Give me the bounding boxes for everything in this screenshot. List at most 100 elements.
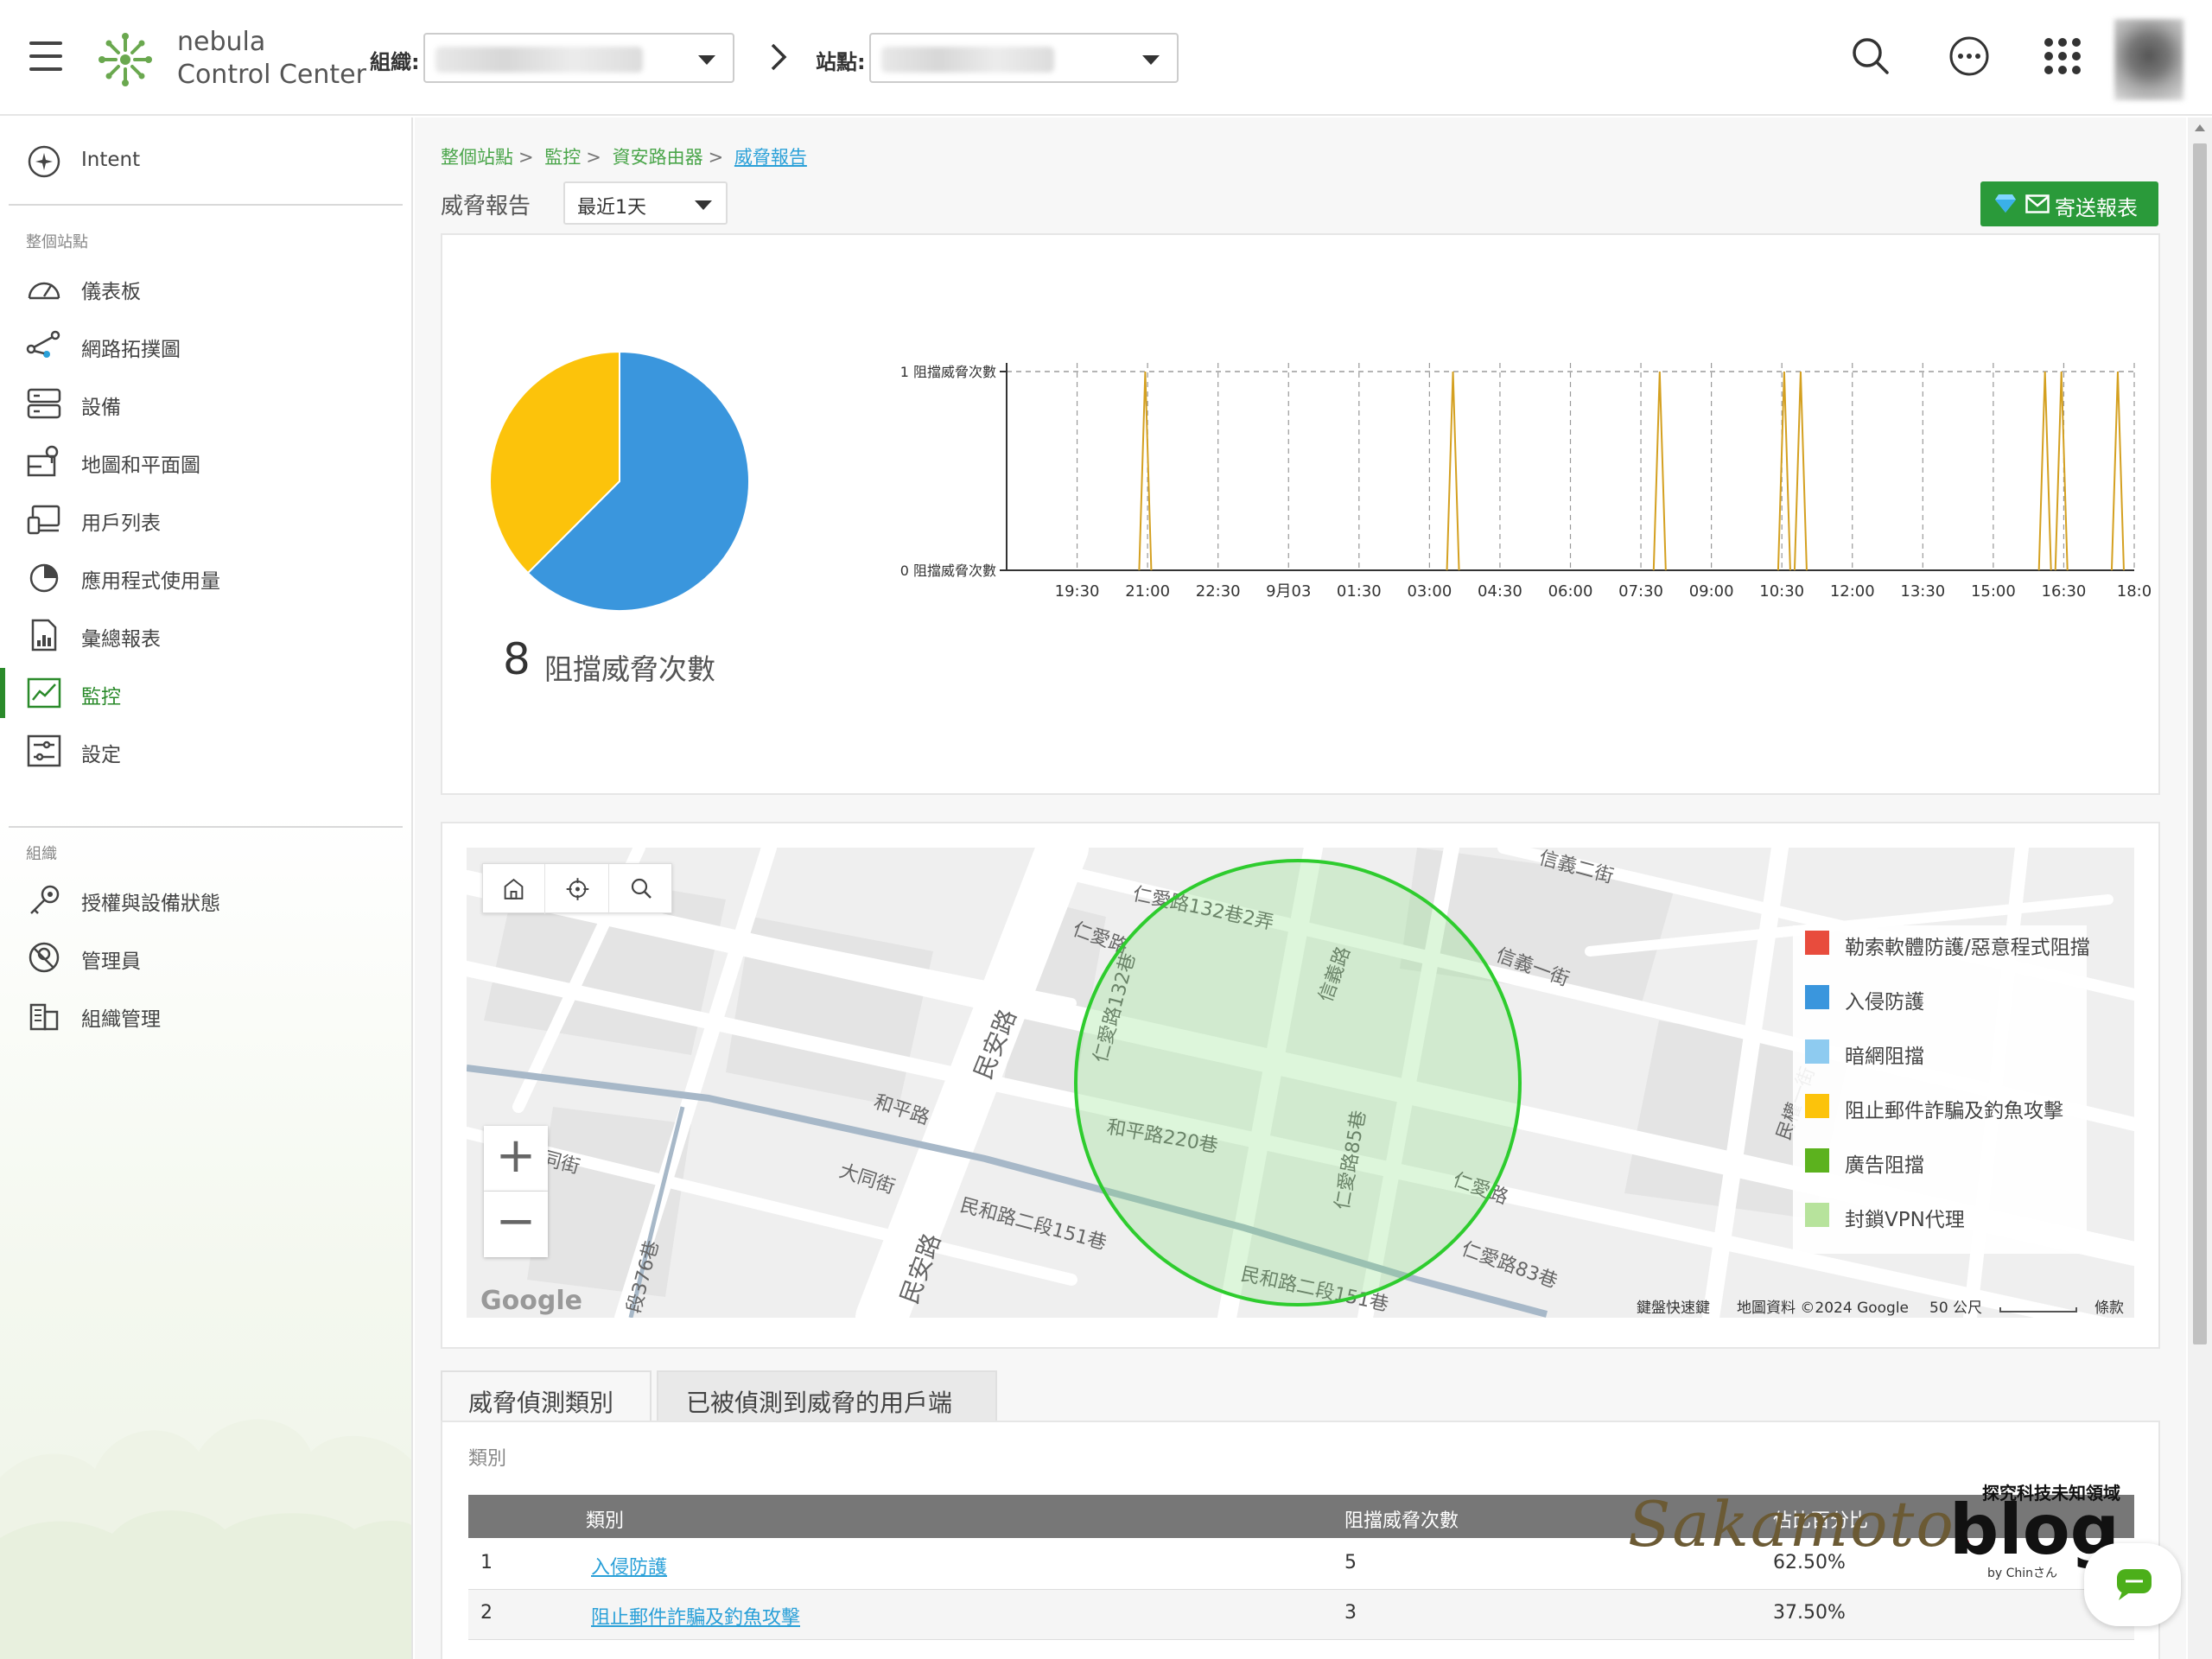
tab-affected-clients[interactable]: 已被偵測到威脅的用戶端 bbox=[657, 1370, 997, 1422]
category-link[interactable]: 入侵防護 bbox=[591, 1552, 667, 1580]
page-scrollbar[interactable] bbox=[2188, 118, 2212, 1659]
threat-spike[interactable] bbox=[1138, 371, 1153, 571]
threat-spike[interactable] bbox=[1777, 371, 1791, 571]
search-icon[interactable] bbox=[1849, 35, 1892, 78]
sidebar-item-topology[interactable]: 網路拓撲圖 bbox=[0, 321, 411, 371]
site-select[interactable] bbox=[869, 33, 1179, 83]
main-content: 整個站點 > 監控 > 資安路由器 > 威脅報告 威脅報告 最近1天 寄送報表 8 阻… bbox=[415, 118, 2186, 1659]
sidebar: Intent 整個站點 儀表板 網路拓撲圖 設備 地圖和平面圖 用戶列表 應用程… bbox=[0, 118, 413, 1659]
sidebar-item-admin[interactable]: 管理員 bbox=[0, 932, 411, 982]
y-tick-label: 1 阻擋威脅次數 bbox=[900, 364, 996, 380]
map-scale-bar bbox=[1999, 1307, 2077, 1313]
keyboard-shortcuts-link[interactable]: 鍵盤快速鍵 bbox=[1637, 1295, 1710, 1317]
x-tick-label: 06:00 bbox=[1548, 582, 1593, 601]
send-report-button[interactable]: 寄送報表 bbox=[1980, 181, 2158, 226]
top-header: nebula Control Center 組織: 站點: bbox=[0, 0, 2212, 116]
chevron-down-icon bbox=[1142, 55, 1160, 65]
total-count: 8 bbox=[503, 634, 531, 684]
row-index: 2 bbox=[480, 1602, 493, 1624]
clients-icon bbox=[27, 505, 60, 535]
sidebar-item-intent[interactable]: Intent bbox=[0, 137, 411, 187]
more-icon[interactable] bbox=[1948, 35, 1991, 78]
zoom-out-button[interactable]: − bbox=[484, 1192, 548, 1257]
search-icon[interactable] bbox=[611, 864, 673, 914]
x-tick-label: 9月03 bbox=[1266, 582, 1311, 601]
nebula-logo-icon bbox=[99, 33, 152, 86]
org-select[interactable] bbox=[423, 33, 734, 83]
breadcrumb-link[interactable]: 資安路由器 bbox=[613, 147, 703, 168]
devices-icon bbox=[27, 388, 61, 419]
threat-pie-chart bbox=[489, 350, 750, 612]
threat-spike[interactable] bbox=[1793, 371, 1808, 571]
breadcrumb-current[interactable]: 威脅報告 bbox=[734, 147, 807, 168]
breadcrumb-link[interactable]: 監控 bbox=[544, 147, 581, 168]
map-view[interactable]: 仁愛路132巷2弄 信義二街 信義一街 仁愛路 民安路 和平路 和平路220巷 … bbox=[467, 848, 2134, 1318]
sidebar-item-license[interactable]: 授權與設備狀態 bbox=[0, 874, 411, 925]
tab-threat-categories[interactable]: 威脅偵測類別 bbox=[441, 1370, 652, 1422]
sidebar-item-org-manage[interactable]: 組織管理 bbox=[0, 990, 411, 1040]
sidebar-item-app-usage[interactable]: 應用程式使用量 bbox=[0, 552, 411, 602]
column-header[interactable]: 類別 bbox=[586, 1505, 624, 1533]
legend-swatch bbox=[1805, 985, 1829, 1009]
zoom-in-button[interactable]: + bbox=[484, 1126, 548, 1192]
chevron-down-icon bbox=[695, 200, 712, 210]
row-count: 5 bbox=[1344, 1552, 1357, 1573]
send-report-label: 寄送報表 bbox=[2055, 196, 2138, 220]
sidebar-item-label: 授權與設備狀態 bbox=[81, 893, 220, 915]
x-tick-label: 16:30 bbox=[2042, 582, 2087, 601]
site-label: 站點: bbox=[816, 50, 866, 74]
home-icon[interactable] bbox=[483, 864, 545, 914]
admin-icon bbox=[29, 942, 60, 973]
category-link[interactable]: 阻止郵件詐騙及釣魚攻擊 bbox=[591, 1602, 800, 1630]
sidebar-item-label: 彙總報表 bbox=[81, 628, 161, 651]
threat-map-card: 仁愛路132巷2弄 信義二街 信義一街 仁愛路 民安路 和平路 和平路220巷 … bbox=[441, 822, 2160, 1349]
sidebar-item-dashboard[interactable]: 儀表板 bbox=[0, 263, 411, 313]
sidebar-item-clients[interactable]: 用戶列表 bbox=[0, 494, 411, 544]
locate-icon[interactable] bbox=[547, 864, 609, 914]
map-scale: 50 公尺 bbox=[1929, 1300, 1983, 1317]
sidebar-item-label: 設備 bbox=[81, 397, 121, 419]
x-tick-label: 13:30 bbox=[1900, 582, 1945, 601]
threat-spike[interactable] bbox=[1446, 371, 1460, 571]
sidebar-item-reports[interactable]: 彙總報表 bbox=[0, 610, 411, 660]
total-count-label: 阻擋威脅次數 bbox=[544, 652, 715, 686]
report-icon bbox=[31, 619, 57, 652]
sidebar-item-devices[interactable]: 設備 bbox=[0, 378, 411, 429]
envelope-icon bbox=[2025, 194, 2050, 213]
sidebar-item-label: 地圖和平面圖 bbox=[81, 454, 200, 477]
threat-spike[interactable] bbox=[2110, 371, 2125, 571]
column-header[interactable]: 阻擋威脅次數 bbox=[1344, 1505, 1459, 1533]
scroll-up-icon[interactable] bbox=[2195, 124, 2205, 131]
sidebar-item-settings[interactable]: 設定 bbox=[0, 726, 411, 776]
chat-button[interactable] bbox=[2084, 1543, 2181, 1626]
page-title: 威脅報告 bbox=[441, 194, 531, 219]
y-tick-label: 0 阻擋威脅次數 bbox=[900, 563, 996, 579]
threat-spike[interactable] bbox=[2054, 371, 2069, 571]
section-site-label: 整個站點 bbox=[26, 233, 88, 251]
time-range-select[interactable]: 最近1天 bbox=[563, 181, 728, 225]
scroll-thumb[interactable] bbox=[2193, 143, 2207, 1344]
apps-grid-icon[interactable] bbox=[2041, 35, 2084, 78]
x-tick-label: 01:30 bbox=[1337, 582, 1382, 601]
x-tick-label: 04:30 bbox=[1478, 582, 1522, 601]
x-tick-label: 19:30 bbox=[1055, 582, 1100, 601]
threat-spike[interactable] bbox=[1652, 371, 1667, 571]
x-tick-label: 03:00 bbox=[1407, 582, 1452, 601]
app-title: nebula Control Center bbox=[177, 27, 366, 90]
sidebar-item-label: 儀表板 bbox=[81, 281, 141, 303]
google-logo: Google bbox=[480, 1286, 582, 1316]
menu-icon[interactable] bbox=[29, 41, 62, 73]
sidebar-item-map[interactable]: 地圖和平面圖 bbox=[0, 436, 411, 486]
x-tick-label: 15:00 bbox=[1971, 582, 2016, 601]
map-icon bbox=[27, 445, 59, 477]
legend-swatch bbox=[1805, 1039, 1829, 1064]
threat-spike[interactable] bbox=[2037, 371, 2052, 571]
settings-icon bbox=[27, 734, 61, 767]
sidebar-item-label: 管理員 bbox=[81, 950, 141, 973]
avatar[interactable] bbox=[2114, 19, 2183, 100]
terms-link[interactable]: 條款 bbox=[2094, 1295, 2124, 1317]
breadcrumb-link[interactable]: 整個站點 bbox=[441, 147, 513, 168]
sidebar-item-monitor[interactable]: 監控 bbox=[0, 668, 411, 718]
sidebar-item-label: 設定 bbox=[81, 744, 121, 766]
license-icon bbox=[30, 885, 60, 914]
